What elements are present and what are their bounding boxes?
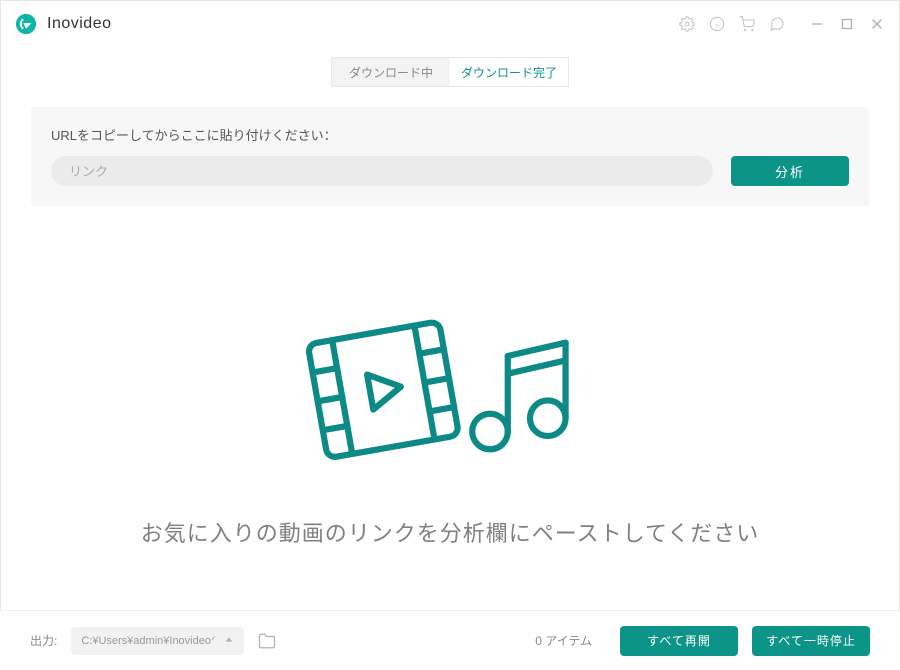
analyze-button[interactable]: 分析 xyxy=(731,156,849,186)
path-text: C:¥Users¥admin¥Inovideoᐟ xyxy=(81,634,215,647)
pause-all-button[interactable]: すべて一時停止 xyxy=(752,626,870,656)
empty-illustration-icon xyxy=(290,316,610,476)
footer-center: 0 アイテム xyxy=(276,632,620,649)
item-count: 0 アイテム xyxy=(535,632,592,649)
url-row: 分析 xyxy=(51,156,849,186)
tabs-inner: ダウンロード中 ダウンロード完了 xyxy=(331,57,569,87)
chat-icon[interactable] xyxy=(769,16,785,32)
empty-state: お気に入りの動画のリンクを分析欄にペーストしてください xyxy=(1,316,899,548)
empty-state-text: お気に入りの動画のリンクを分析欄にペーストしてください xyxy=(141,516,760,548)
tabs: ダウンロード中 ダウンロード完了 xyxy=(1,57,899,87)
minimize-button[interactable] xyxy=(809,16,825,32)
url-label: URLをコピーしてからここに貼り付けください： xyxy=(51,125,849,144)
titlebar-left: Inovideo xyxy=(15,13,112,35)
maximize-button[interactable] xyxy=(839,16,855,32)
folder-icon[interactable] xyxy=(258,632,276,650)
close-button[interactable] xyxy=(869,16,885,32)
url-section: URLをコピーしてからここに貼り付けください： 分析 xyxy=(31,107,869,206)
titlebar: Inovideo xyxy=(1,1,899,47)
resume-all-button[interactable]: すべて再開 xyxy=(620,626,738,656)
output-label: 出力: xyxy=(30,632,57,649)
tab-completed[interactable]: ダウンロード完了 xyxy=(450,58,568,86)
tab-downloading[interactable]: ダウンロード中 xyxy=(332,58,450,86)
app-logo-icon xyxy=(15,13,37,35)
settings-icon[interactable] xyxy=(679,16,695,32)
info-icon[interactable] xyxy=(709,16,725,32)
app-title: Inovideo xyxy=(47,15,112,33)
footer-right: すべて再開 すべて一時停止 xyxy=(620,626,870,656)
titlebar-right xyxy=(679,16,885,32)
footer-left: 出力: C:¥Users¥admin¥Inovideoᐟ xyxy=(30,627,276,655)
chevron-up-icon xyxy=(224,632,234,650)
url-input[interactable] xyxy=(51,156,713,186)
path-selector[interactable]: C:¥Users¥admin¥Inovideoᐟ xyxy=(71,627,243,655)
footer: 出力: C:¥Users¥admin¥Inovideoᐟ 0 アイテム すべて再… xyxy=(0,610,900,670)
window-controls xyxy=(809,16,885,32)
cart-icon[interactable] xyxy=(739,16,755,32)
